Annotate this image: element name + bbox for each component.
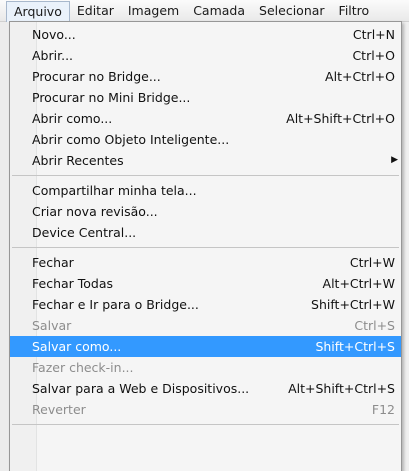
menu-item-fazer-check-in: Fazer check-in... — [10, 357, 401, 378]
menu-item-abrir-objeto-inteligente[interactable]: Abrir como Objeto Inteligente... — [10, 129, 401, 150]
menu-separator — [10, 420, 401, 429]
menu-item-fechar[interactable]: Fechar Ctrl+W — [10, 252, 401, 273]
menu-item-fechar-ir-bridge[interactable]: Fechar e Ir para o Bridge... Shift+Ctrl+… — [10, 294, 401, 315]
menu-item-label: Device Central... — [32, 225, 137, 240]
menu-item-label: Salvar para a Web e Dispositivos... — [32, 381, 250, 396]
menu-item-label: Fechar — [32, 255, 74, 270]
menu-item-compartilhar-tela[interactable]: Compartilhar minha tela... — [10, 180, 401, 201]
menu-item-label: Abrir como... — [32, 111, 113, 126]
menu-item-novo[interactable]: Novo... Ctrl+N — [10, 24, 401, 45]
menu-item-label: Salvar como... — [32, 339, 122, 354]
menu-item-label: Abrir como Objeto Inteligente... — [32, 132, 230, 147]
menu-item-procurar-mini-bridge[interactable]: Procurar no Mini Bridge... — [10, 87, 401, 108]
menu-item-abrir-como[interactable]: Abrir como... Alt+Shift+Ctrl+O — [10, 108, 401, 129]
menu-item-shortcut: Alt+Shift+Ctrl+S — [288, 381, 395, 396]
document-background — [0, 22, 9, 471]
menu-arquivo[interactable]: Arquivo — [6, 0, 70, 22]
menu-item-label: Abrir... — [32, 48, 74, 63]
menu-item-label: Salvar — [32, 318, 72, 333]
file-menu-list: Novo... Ctrl+N Abrir... Ctrl+O Procurar … — [10, 24, 401, 429]
menu-filtro[interactable]: Filtro — [332, 1, 377, 21]
menu-item-salvar-web-dispositivos[interactable]: Salvar para a Web e Dispositivos... Alt+… — [10, 378, 401, 399]
menu-item-shortcut: Ctrl+S — [354, 318, 395, 333]
menu-camada[interactable]: Camada — [186, 1, 252, 21]
menu-item-shortcut: Alt+Ctrl+O — [325, 69, 395, 84]
menu-item-shortcut: Shift+Ctrl+W — [311, 297, 395, 312]
menu-editar[interactable]: Editar — [70, 1, 121, 21]
menu-item-label: Procurar no Bridge... — [32, 69, 161, 84]
menu-item-abrir[interactable]: Abrir... Ctrl+O — [10, 45, 401, 66]
menu-item-shortcut: Ctrl+W — [349, 255, 395, 270]
menu-item-label: Fazer check-in... — [32, 360, 134, 375]
menu-item-criar-revisao[interactable]: Criar nova revisão... — [10, 201, 401, 222]
menu-separator — [10, 171, 401, 180]
menu-item-label: Fechar e Ir para o Bridge... — [32, 297, 199, 312]
menu-item-shortcut: Ctrl+O — [352, 48, 395, 63]
menu-item-salvar: Salvar Ctrl+S — [10, 315, 401, 336]
app-window: Arquivo Editar Imagem Camada Selecionar … — [0, 0, 409, 471]
menu-item-label: Reverter — [32, 402, 86, 417]
menu-bar: Arquivo Editar Imagem Camada Selecionar … — [0, 0, 409, 22]
menu-item-shortcut: Alt+Ctrl+W — [322, 276, 395, 291]
menu-item-procurar-bridge[interactable]: Procurar no Bridge... Alt+Ctrl+O — [10, 66, 401, 87]
menu-item-label: Criar nova revisão... — [32, 204, 158, 219]
menu-item-shortcut: Ctrl+N — [352, 27, 395, 42]
menu-item-device-central[interactable]: Device Central... — [10, 222, 401, 243]
menu-item-salvar-como[interactable]: Salvar como... Shift+Ctrl+S — [10, 336, 401, 357]
menu-item-shortcut: F12 — [371, 402, 395, 417]
menu-item-abrir-recentes[interactable]: Abrir Recentes ▶ — [10, 150, 401, 171]
menu-item-fechar-todas[interactable]: Fechar Todas Alt+Ctrl+W — [10, 273, 401, 294]
menu-item-shortcut: Alt+Shift+Ctrl+O — [286, 111, 395, 126]
menu-item-label: Compartilhar minha tela... — [32, 183, 197, 198]
menu-imagem[interactable]: Imagem — [121, 1, 186, 21]
menu-separator — [10, 243, 401, 252]
menu-item-label: Procurar no Mini Bridge... — [32, 90, 191, 105]
menu-item-label: Novo... — [32, 27, 76, 42]
menu-item-label: Fechar Todas — [32, 276, 114, 291]
menu-item-label: Abrir Recentes — [32, 153, 124, 168]
submenu-arrow-icon: ▶ — [391, 155, 398, 165]
menu-selecionar[interactable]: Selecionar — [252, 1, 332, 21]
file-menu-dropdown: Novo... Ctrl+N Abrir... Ctrl+O Procurar … — [9, 21, 402, 471]
menu-item-reverter: Reverter F12 — [10, 399, 401, 420]
menu-item-shortcut: Shift+Ctrl+S — [315, 339, 395, 354]
